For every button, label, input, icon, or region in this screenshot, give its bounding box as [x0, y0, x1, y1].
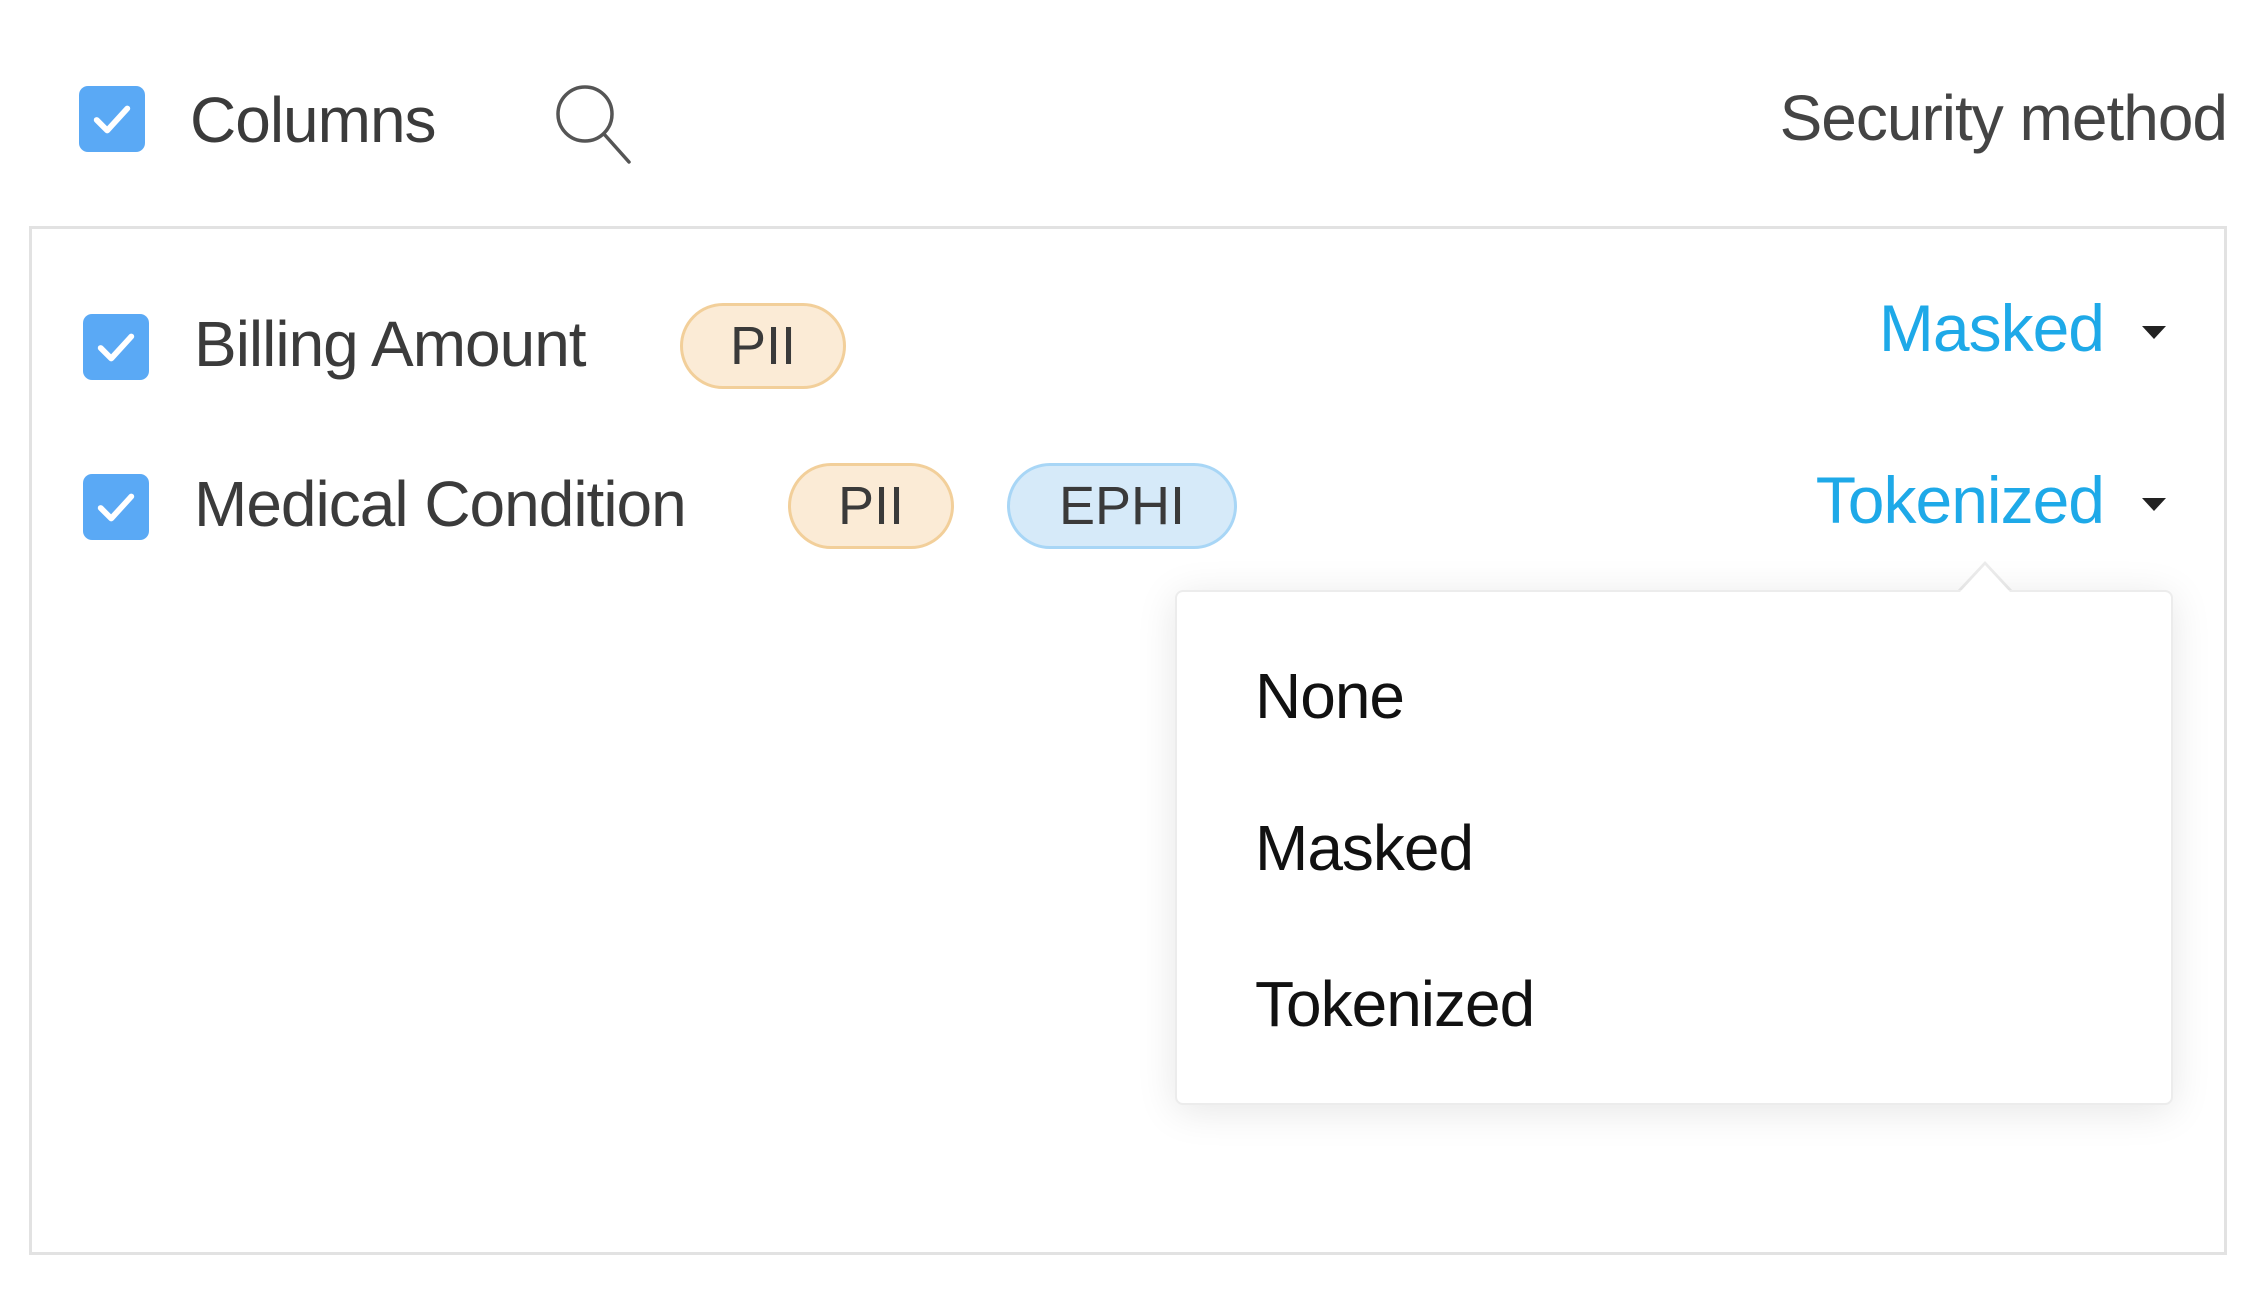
dropdown-option-masked[interactable]: Masked: [1255, 816, 1474, 880]
pii-badge: PII: [788, 463, 954, 549]
pii-badge: PII: [680, 303, 846, 389]
dropdown-option-none[interactable]: None: [1255, 664, 1405, 728]
row-checkbox[interactable]: [83, 314, 149, 380]
dropdown-pointer-fill: [1960, 565, 2010, 592]
search-icon[interactable]: [549, 80, 635, 166]
security-method-value: Masked: [1878, 291, 2105, 365]
checkmark-icon: [97, 333, 135, 362]
security-method-select[interactable]: Tokenized: [1816, 462, 2166, 538]
row-checkbox[interactable]: [83, 474, 149, 540]
caret-down-icon: [2142, 497, 2166, 511]
select-all-checkbox[interactable]: [79, 86, 145, 152]
caret-down-icon: [2142, 325, 2166, 339]
checkmark-icon: [93, 105, 131, 134]
security-method-select[interactable]: Masked: [1879, 290, 2166, 366]
dropdown-option-tokenized[interactable]: Tokenized: [1255, 972, 1535, 1036]
column-name: Billing Amount: [194, 308, 587, 380]
ephi-badge: EPHI: [1007, 463, 1237, 549]
checkmark-icon: [97, 493, 135, 522]
column-name: Medical Condition: [194, 468, 687, 540]
columns-label: Columns: [190, 84, 437, 156]
security-method-header: Security method: [1779, 82, 2228, 154]
security-method-dropdown: None Masked Tokenized: [1175, 590, 2173, 1105]
security-method-value: Tokenized: [1815, 463, 2105, 537]
